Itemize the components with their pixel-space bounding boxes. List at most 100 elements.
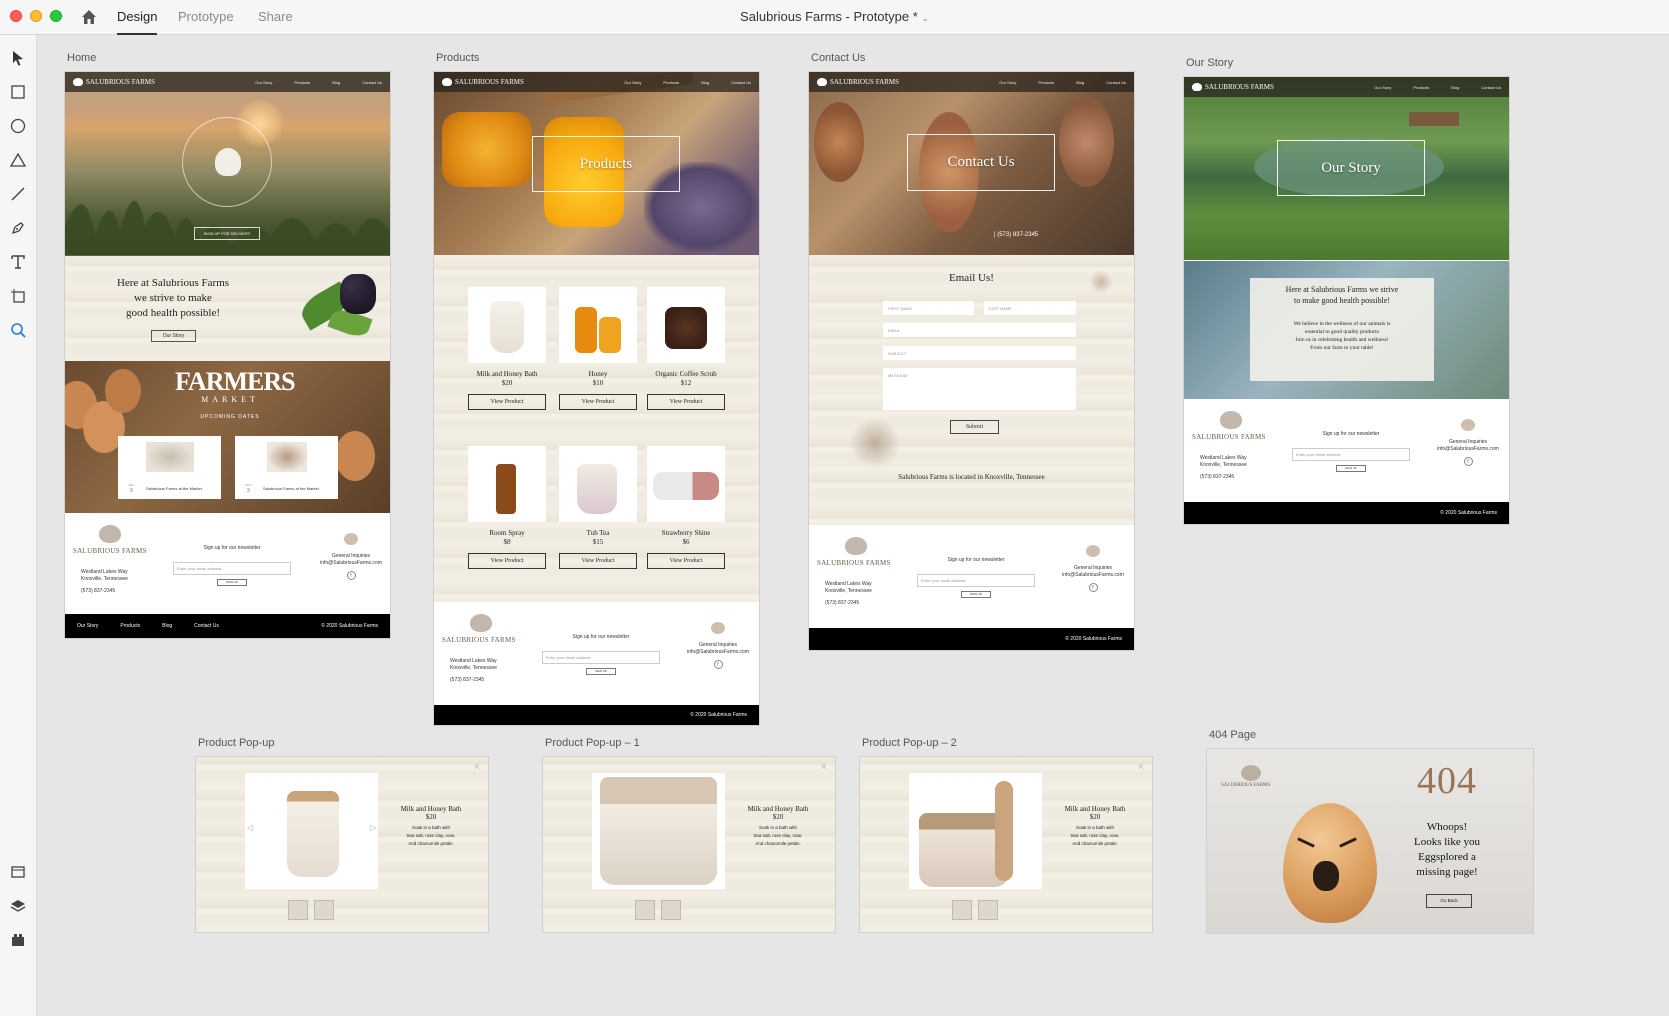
pen-tool-icon[interactable] bbox=[8, 218, 28, 238]
footer-link[interactable]: Our Story bbox=[77, 623, 98, 629]
prev-arrow-icon[interactable]: ◁ bbox=[247, 823, 253, 832]
artboard-label-contact[interactable]: Contact Us bbox=[811, 52, 865, 64]
next-arrow-icon[interactable]: ▷ bbox=[370, 823, 376, 832]
thumbnail[interactable] bbox=[661, 900, 681, 920]
artboard-label-story[interactable]: Our Story bbox=[1186, 57, 1233, 69]
message-field[interactable]: MESSAGE bbox=[883, 368, 1076, 410]
newsletter-signup-button[interactable]: SIGN UP bbox=[217, 579, 247, 586]
newsletter-signup-button[interactable]: SIGN UP bbox=[1336, 465, 1366, 472]
footer-link[interactable]: Products bbox=[120, 623, 140, 629]
close-icon[interactable]: × bbox=[821, 761, 827, 773]
last-name-field[interactable]: LAST NAME bbox=[984, 301, 1076, 315]
artboard-label-popup[interactable]: Product Pop-up bbox=[198, 737, 274, 749]
product-card[interactable]: Organic Coffee Scrub $12 View Product bbox=[647, 287, 725, 410]
thumbnail[interactable] bbox=[314, 900, 334, 920]
view-product-button[interactable]: View Product bbox=[647, 553, 725, 569]
nav-link-blog[interactable]: Blog bbox=[1076, 80, 1084, 85]
artboard-product-popup-1[interactable]: Milk and Honey Bath $20 Soak in a bath w… bbox=[543, 757, 835, 932]
layers-panel-icon[interactable] bbox=[8, 896, 28, 916]
artboard-our-story[interactable]: Our Story SALUBRIOUS FARMS Our Story Prod… bbox=[1184, 77, 1509, 524]
nav-brand[interactable]: SALUBRIOUS FARMS bbox=[1192, 83, 1274, 91]
zoom-tool-icon[interactable] bbox=[8, 320, 28, 340]
inquiries-email[interactable]: info@SalubriousFarms.com bbox=[311, 560, 390, 567]
design-canvas[interactable]: Home SIGN UP FOR DELIVERY SALUBRIOUS FAR… bbox=[38, 35, 1669, 1016]
artboard-404-page[interactable]: SALUBRIOUS FARMS 404 Whoops! Looks like … bbox=[1207, 749, 1533, 933]
artboard-products[interactable]: Products SALUBRIOUS FARMS Our Story Produ… bbox=[434, 72, 759, 725]
plugins-panel-icon[interactable] bbox=[8, 930, 28, 950]
view-product-button[interactable]: View Product bbox=[647, 394, 725, 410]
artboard-product-popup[interactable]: ◁ ▷ Milk and Honey Bath $20 Soak in a ba… bbox=[196, 757, 488, 932]
artboard-label-products[interactable]: Products bbox=[436, 52, 479, 64]
subject-field[interactable]: SUBJECT bbox=[883, 346, 1076, 360]
close-icon[interactable]: × bbox=[474, 761, 480, 773]
event-card[interactable]: OCT 3 Salubrious Farms at the Market bbox=[235, 436, 338, 499]
assets-panel-icon[interactable] bbox=[8, 862, 28, 882]
nav-link-our-story[interactable]: Our Story bbox=[999, 80, 1016, 85]
artboard-contact[interactable]: Contact Us | (573) 837-2345 SALUBRIOUS F… bbox=[809, 72, 1134, 650]
artboard-label-404[interactable]: 404 Page bbox=[1209, 729, 1256, 741]
nav-brand[interactable]: SALUBRIOUS FARMS bbox=[442, 78, 524, 86]
nav-link-contact[interactable]: Contact Us bbox=[1106, 80, 1126, 85]
nav-brand[interactable]: SALUBRIOUS FARMS bbox=[817, 78, 899, 86]
view-product-button[interactable]: View Product bbox=[468, 394, 546, 410]
nav-link-our-story[interactable]: Our Story bbox=[255, 80, 272, 85]
nav-link-products[interactable]: Products bbox=[663, 80, 679, 85]
product-card[interactable]: Milk and Honey Bath $20 View Product bbox=[468, 287, 546, 410]
nav-link-contact[interactable]: Contact Us bbox=[731, 80, 751, 85]
nav-link-blog[interactable]: Blog bbox=[701, 80, 709, 85]
inquiries-email[interactable]: info@SalubriousFarms.com bbox=[1053, 572, 1133, 579]
nav-brand[interactable]: SALUBRIOUS FARMS bbox=[73, 78, 155, 86]
submit-button[interactable]: Submit bbox=[950, 420, 999, 434]
artboard-label-popup-2[interactable]: Product Pop-up – 2 bbox=[862, 737, 957, 749]
product-card[interactable]: Honey $10 View Product bbox=[559, 287, 637, 410]
nav-link-our-story[interactable]: Our Story bbox=[624, 80, 641, 85]
nav-link-contact[interactable]: Contact Us bbox=[1481, 85, 1501, 90]
footer-link[interactable]: Contact Us bbox=[194, 623, 219, 629]
thumbnail[interactable] bbox=[288, 900, 308, 920]
nav-link-blog[interactable]: Blog bbox=[1451, 85, 1459, 90]
nav-link-our-story[interactable]: Our Story bbox=[1374, 85, 1391, 90]
facebook-icon[interactable]: f bbox=[713, 660, 723, 669]
view-product-button[interactable]: View Product bbox=[559, 394, 637, 410]
inquiries-email[interactable]: info@SalubriousFarms.com bbox=[1428, 446, 1508, 453]
newsletter-email-input[interactable]: Enter your email address bbox=[917, 574, 1035, 587]
view-product-button[interactable]: View Product bbox=[468, 553, 546, 569]
event-card[interactable]: JAN 9 Salubrious Farms at the Market bbox=[118, 436, 221, 499]
triangle-tool-icon[interactable] bbox=[8, 150, 28, 170]
newsletter-email-input[interactable]: Enter your email address bbox=[173, 562, 291, 575]
newsletter-signup-button[interactable]: SIGN UP bbox=[586, 668, 616, 675]
text-tool-icon[interactable] bbox=[8, 252, 28, 272]
nav-link-contact[interactable]: Contact Us bbox=[362, 80, 382, 85]
nav-link-products[interactable]: Products bbox=[294, 80, 310, 85]
thumbnail[interactable] bbox=[952, 900, 972, 920]
newsletter-email-input[interactable]: Enter your email address bbox=[1292, 448, 1410, 461]
select-tool-icon[interactable] bbox=[8, 48, 28, 68]
nav-link-products[interactable]: Products bbox=[1413, 85, 1429, 90]
signup-delivery-button[interactable]: SIGN UP FOR DELIVERY bbox=[194, 227, 260, 240]
close-icon[interactable]: × bbox=[1138, 761, 1144, 773]
ellipse-tool-icon[interactable] bbox=[8, 116, 28, 136]
footer-link[interactable]: Blog bbox=[162, 623, 172, 629]
facebook-icon[interactable]: f bbox=[346, 571, 356, 580]
email-field[interactable]: EMAIL bbox=[883, 323, 1076, 337]
artboard-home[interactable]: SIGN UP FOR DELIVERY SALUBRIOUS FARMS Ou… bbox=[65, 72, 390, 638]
product-card[interactable]: Tub Tea $15 View Product bbox=[559, 446, 637, 569]
product-card[interactable]: Strawberry Shine $6 View Product bbox=[647, 446, 725, 569]
line-tool-icon[interactable] bbox=[8, 184, 28, 204]
go-back-button[interactable]: Go Back bbox=[1426, 894, 1472, 908]
rectangle-tool-icon[interactable] bbox=[8, 82, 28, 102]
artboard-tool-icon[interactable] bbox=[8, 286, 28, 306]
first-name-field[interactable]: FIRST NAME bbox=[883, 301, 974, 315]
thumbnail[interactable] bbox=[635, 900, 655, 920]
view-product-button[interactable]: View Product bbox=[559, 553, 637, 569]
artboard-label-home[interactable]: Home bbox=[67, 52, 96, 64]
nav-link-blog[interactable]: Blog bbox=[332, 80, 340, 85]
nav-link-products[interactable]: Products bbox=[1038, 80, 1054, 85]
product-card[interactable]: Room Spray $8 View Product bbox=[468, 446, 546, 569]
artboard-product-popup-2[interactable]: Milk and Honey Bath $20 Soak in a bath w… bbox=[860, 757, 1152, 932]
artboard-label-popup-1[interactable]: Product Pop-up – 1 bbox=[545, 737, 640, 749]
facebook-icon[interactable]: f bbox=[1088, 583, 1098, 592]
thumbnail[interactable] bbox=[978, 900, 998, 920]
facebook-icon[interactable]: f bbox=[1463, 457, 1473, 466]
newsletter-signup-button[interactable]: SIGN UP bbox=[961, 591, 991, 598]
